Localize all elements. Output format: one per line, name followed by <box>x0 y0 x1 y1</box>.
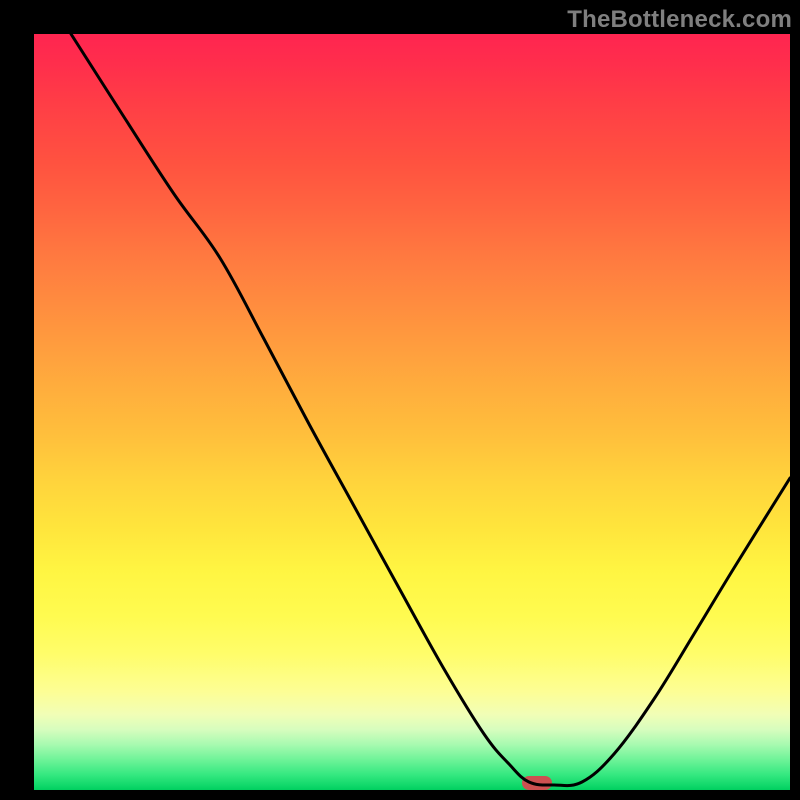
watermark-text: TheBottleneck.com <box>567 6 792 34</box>
data-marker <box>522 776 552 790</box>
chart-plot-area <box>34 34 790 790</box>
